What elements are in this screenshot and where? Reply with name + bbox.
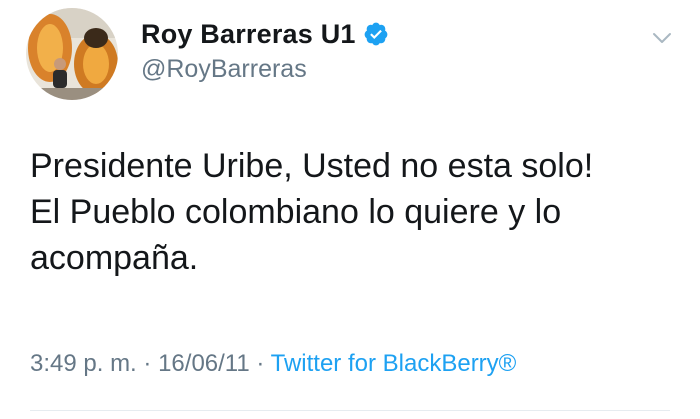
divider xyxy=(30,410,670,411)
avatar-image xyxy=(26,8,118,100)
tweet-time[interactable]: 3:49 p. m. xyxy=(30,350,137,377)
name-row: Roy Barreras U1 xyxy=(141,17,389,51)
tweet-card: Roy Barreras U1 @RoyBarreras Presidente … xyxy=(0,0,700,419)
chevron-down-icon[interactable] xyxy=(650,26,674,50)
tweet-text-line: Presidente Uribe, Usted no esta solo! xyxy=(30,147,594,185)
display-name[interactable]: Roy Barreras U1 xyxy=(141,19,356,50)
tweet-text: Presidente Uribe, Usted no esta solo! El… xyxy=(30,143,680,281)
avatar[interactable] xyxy=(26,8,118,100)
user-handle[interactable]: @RoyBarreras xyxy=(141,55,307,84)
meta-separator: · xyxy=(256,350,265,377)
tweet-source-link[interactable]: Twitter for BlackBerry® xyxy=(271,350,517,377)
tweet-meta: 3:49 p. m. · 16/06/11 · Twitter for Blac… xyxy=(30,350,516,378)
meta-separator: · xyxy=(143,350,152,377)
tweet-text-line: El Pueblo colombiano lo quiere y lo xyxy=(30,193,562,231)
verified-badge-icon xyxy=(363,21,389,47)
tweet-date[interactable]: 16/06/11 xyxy=(158,350,250,377)
tweet-text-line: acompaña. xyxy=(30,239,199,277)
